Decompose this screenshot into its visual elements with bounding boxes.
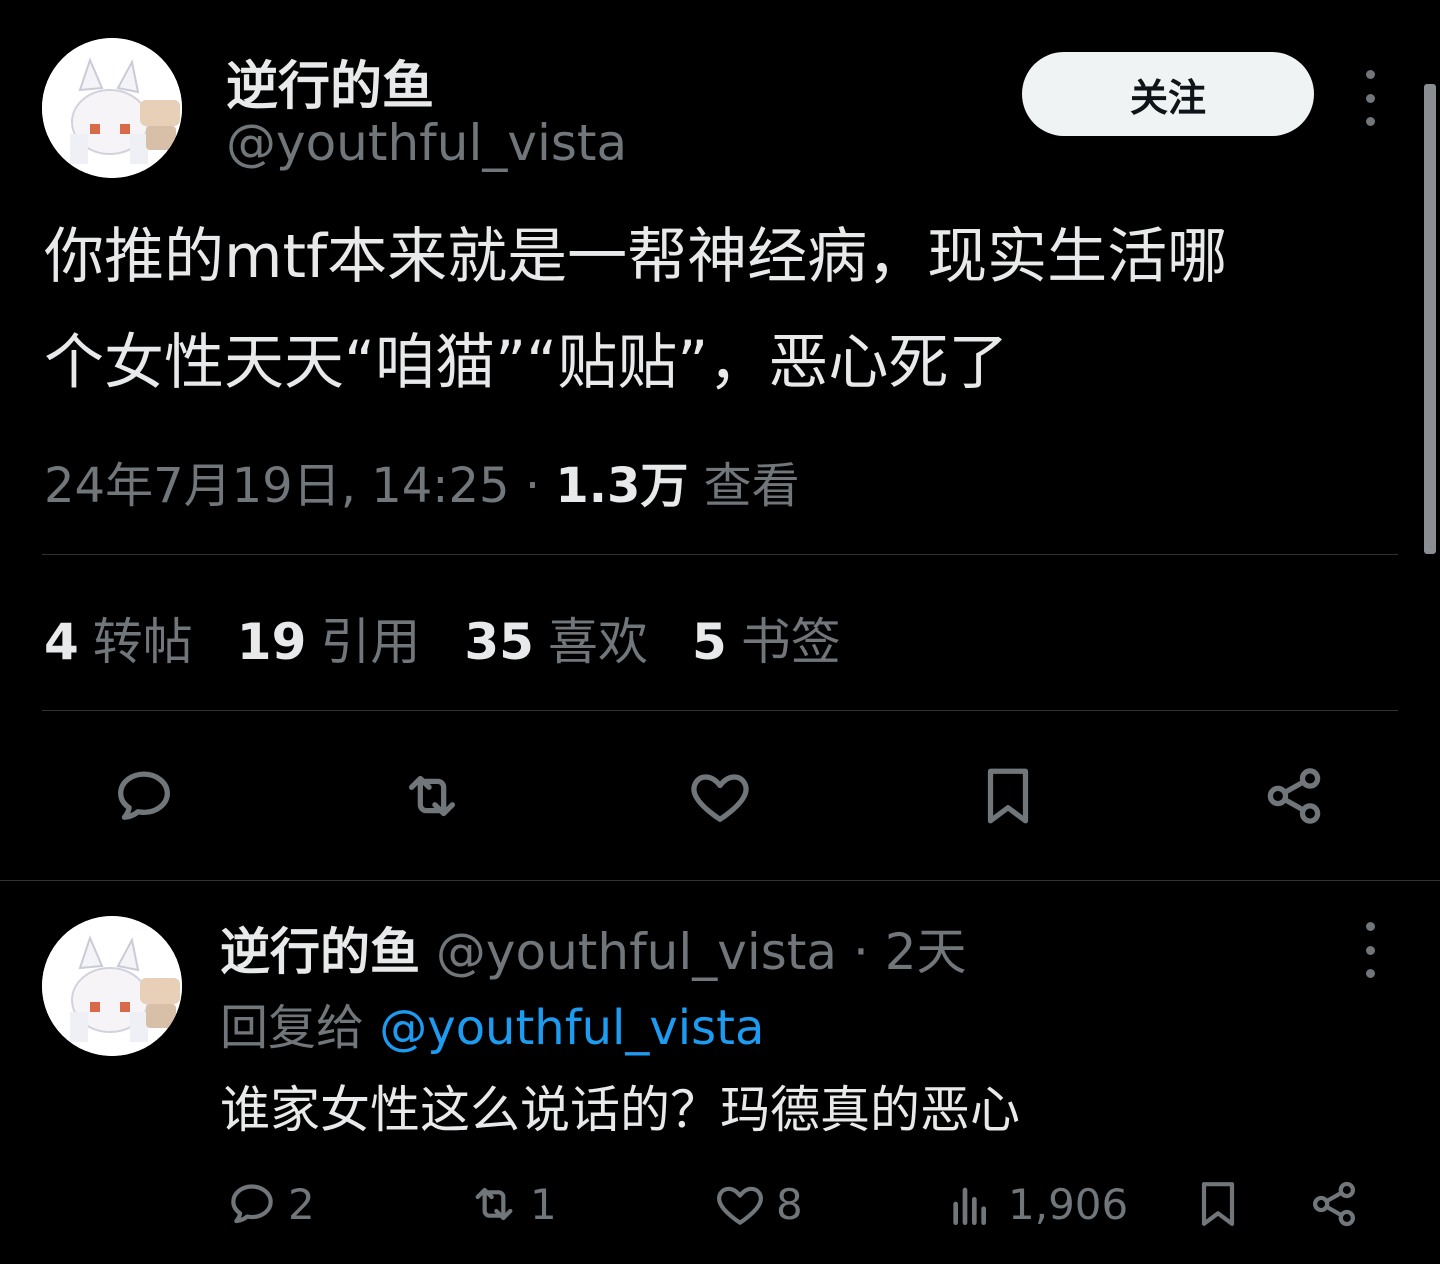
follow-button[interactable]: 关注 — [1022, 52, 1314, 136]
timestamp[interactable]: 24年7月19日, 14:25 — [44, 458, 510, 514]
tweet-text-line-2: 个女性天天“咱猫”“贴贴”，恶心死了 — [44, 328, 1009, 398]
reply-share-button[interactable] — [1306, 1172, 1362, 1236]
reply-repost-button[interactable]: 1 — [466, 1172, 557, 1236]
reply-bookmark-button[interactable] — [1190, 1172, 1246, 1236]
divider — [42, 554, 1398, 555]
tweet-text-line-1: 你推的mtf本来就是一帮神经病，现实生活哪 — [44, 222, 1228, 292]
reply-views-button[interactable]: 1,906 — [944, 1172, 1128, 1236]
reply-views-count: 1,906 — [1008, 1179, 1129, 1229]
repost-icon — [475, 1187, 513, 1221]
tweet-stats: 4 转帖 19 引用 35 喜欢 5 书签 — [44, 602, 841, 674]
reply-time[interactable]: 2天 — [885, 923, 967, 981]
author-name[interactable]: 逆行的鱼 — [226, 44, 434, 119]
quotes-stat[interactable]: 19 引用 — [237, 602, 421, 674]
views-count: 1.3万 — [555, 458, 689, 514]
reply-author-handle[interactable]: @youthful_vista — [436, 923, 837, 981]
reply-author-name[interactable]: 逆行的鱼 — [220, 923, 420, 981]
comment-icon — [118, 771, 170, 820]
reply-to-link[interactable]: @youthful_vista — [379, 1000, 764, 1056]
divider — [0, 880, 1440, 881]
reply-avatar[interactable] — [42, 916, 182, 1056]
bookmark-icon — [1201, 1182, 1235, 1226]
avatar-image — [42, 38, 182, 178]
share-icon — [1267, 768, 1321, 824]
bookmarks-count: 5 — [691, 613, 727, 671]
reply-repost-count: 1 — [530, 1179, 557, 1229]
reply-like-count: 8 — [776, 1179, 803, 1229]
views-icon — [953, 1187, 986, 1225]
share-icon — [1313, 1181, 1355, 1227]
author-handle[interactable]: @youthful_vista — [226, 114, 627, 172]
reply-to-line: 回复给 @youthful_vista — [220, 988, 764, 1058]
likes-label: 喜欢 — [547, 613, 648, 671]
reposts-stat[interactable]: 4 转帖 — [44, 602, 193, 674]
heart-icon — [691, 774, 749, 822]
views-label: 查看 — [703, 458, 800, 514]
reply-header: 逆行的鱼 @youthful_vista · 2天 — [220, 912, 967, 984]
more-icon[interactable] — [1360, 70, 1380, 126]
tweet-meta: 24年7月19日, 14:25 · 1.3万 查看 — [44, 446, 800, 516]
meta-separator: · — [524, 458, 541, 514]
reply-separator: · — [852, 923, 869, 981]
share-button[interactable] — [1254, 756, 1334, 836]
reply-comment-button[interactable]: 2 — [224, 1172, 315, 1236]
more-icon[interactable] — [1360, 922, 1380, 978]
bookmarks-label: 书签 — [740, 613, 841, 671]
heart-icon — [717, 1186, 763, 1225]
bookmark-button[interactable] — [968, 756, 1048, 836]
avatar[interactable] — [42, 38, 182, 178]
reposts-label: 转帖 — [92, 613, 193, 671]
reply-like-button[interactable]: 8 — [712, 1172, 803, 1236]
quotes-label: 引用 — [320, 613, 421, 671]
repost-button[interactable] — [392, 756, 472, 836]
reply-text: 谁家女性这么说话的？玛德真的恶心 — [220, 1081, 1020, 1139]
divider — [42, 710, 1398, 711]
reply-comment-count: 2 — [288, 1179, 315, 1229]
bookmarks-stat[interactable]: 5 书签 — [692, 602, 841, 674]
avatar-image — [42, 916, 182, 1056]
bookmark-icon — [987, 768, 1029, 824]
like-button[interactable] — [680, 756, 760, 836]
quotes-count: 19 — [236, 613, 307, 671]
reposts-count: 4 — [44, 613, 79, 671]
scrollbar[interactable] — [1424, 84, 1436, 554]
reply-prefix: 回复给 — [220, 1000, 365, 1056]
tweet-text: 你推的mtf本来就是一帮神经病，现实生活哪 个女性天天“咱猫”“贴贴”，恶心死了 — [44, 204, 1404, 416]
comment-icon — [231, 1184, 273, 1224]
likes-stat[interactable]: 35 喜欢 — [464, 602, 648, 674]
reply-button[interactable] — [104, 756, 184, 836]
likes-count: 35 — [464, 613, 534, 671]
repost-icon — [408, 775, 456, 817]
